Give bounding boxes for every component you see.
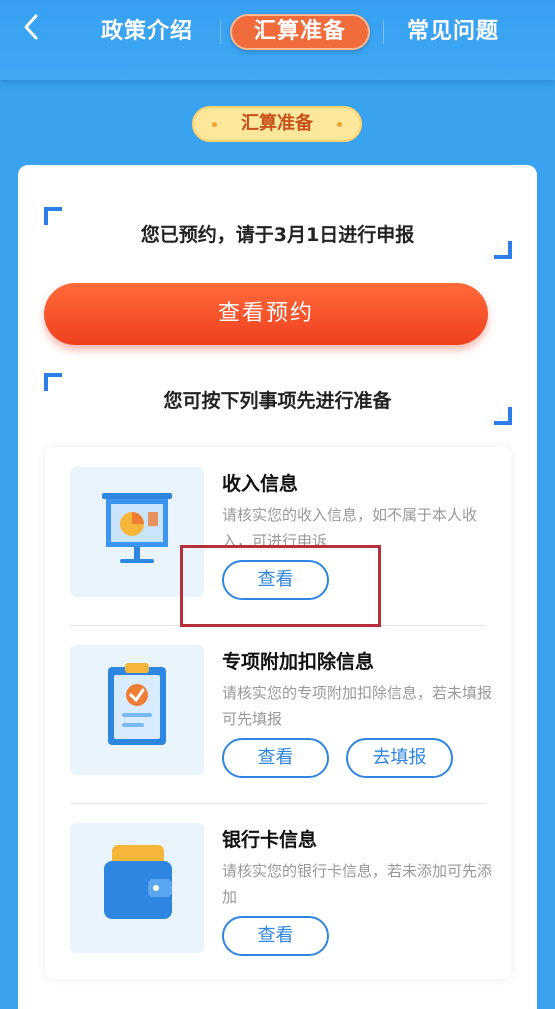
tab-policy-intro[interactable]: 政策介绍 — [92, 14, 202, 50]
item-title: 专项附加扣除信息 — [222, 651, 375, 673]
tab-divider — [383, 20, 384, 44]
thumb — [70, 823, 204, 953]
item-description: 请核实您的专项附加扣除信息，若未填报可先填报 — [222, 684, 493, 728]
tab-faq[interactable]: 常见问题 — [398, 14, 508, 50]
chevron-left-icon — [24, 14, 38, 40]
tab-divider — [220, 20, 221, 44]
badge-dot — [337, 122, 342, 127]
list-item-bank-card: 银行卡信息 请核实您的银行卡信息，若未添加可先添加 查看 — [45, 803, 511, 981]
view-reservation-button[interactable]: 查看预约 — [44, 283, 488, 345]
corner-bracket — [494, 407, 512, 425]
clipboard-check-icon — [108, 663, 166, 745]
tab-settlement-prep[interactable]: 汇算准备 — [230, 14, 370, 50]
thumb — [70, 645, 204, 775]
items-list: 收入信息 请核实您的收入信息，如不属于本人收入，可进行申诉 查看 专项附加扣除信… — [45, 447, 511, 979]
section-title-badge: 汇算准备 — [192, 106, 362, 142]
item-title: 收入信息 — [222, 473, 299, 495]
section-title: 汇算准备 — [241, 113, 313, 134]
prepare-notice: 您可按下列事项先进行准备 — [163, 390, 392, 412]
wallet-icon — [104, 845, 172, 919]
annotation-highlight-box — [180, 545, 381, 627]
reservation-notice: 您已预约，请于3月1日进行申报 — [140, 224, 415, 246]
item-title: 银行卡信息 — [222, 829, 318, 851]
badge-dot — [212, 122, 217, 127]
fill-deductions-button[interactable]: 去填报 — [346, 738, 453, 778]
back-button[interactable] — [18, 12, 46, 42]
list-item-deductions: 专项附加扣除信息 请核实您的专项附加扣除信息，若未填报可先填报 查看 去填报 — [45, 625, 511, 803]
view-bank-card-button[interactable]: 查看 — [222, 916, 329, 956]
item-description: 请核实您的银行卡信息，若未添加可先添加 — [222, 862, 493, 906]
top-navigation: 政策介绍 汇算准备 常见问题 — [0, 0, 555, 80]
view-deductions-button[interactable]: 查看 — [222, 738, 329, 778]
corner-bracket — [494, 241, 512, 259]
